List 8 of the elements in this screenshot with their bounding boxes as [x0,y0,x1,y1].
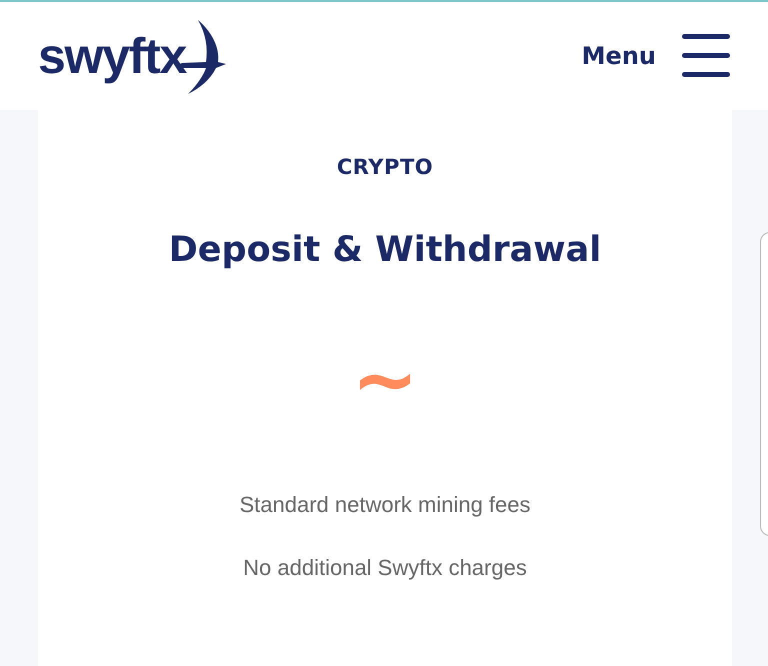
card-title: Deposit & Withdrawal [168,228,602,272]
menu-label[interactable]: Menu [582,38,656,74]
feature-text: No additional Swyftx charges [243,554,527,582]
feature-text: Standard network mining fees [239,491,531,519]
category-label: CRYPTO [336,154,434,181]
menu-icon[interactable] [682,34,730,78]
logo-text: swyftx [38,31,186,81]
tilde-symbol: ~ [351,350,419,410]
